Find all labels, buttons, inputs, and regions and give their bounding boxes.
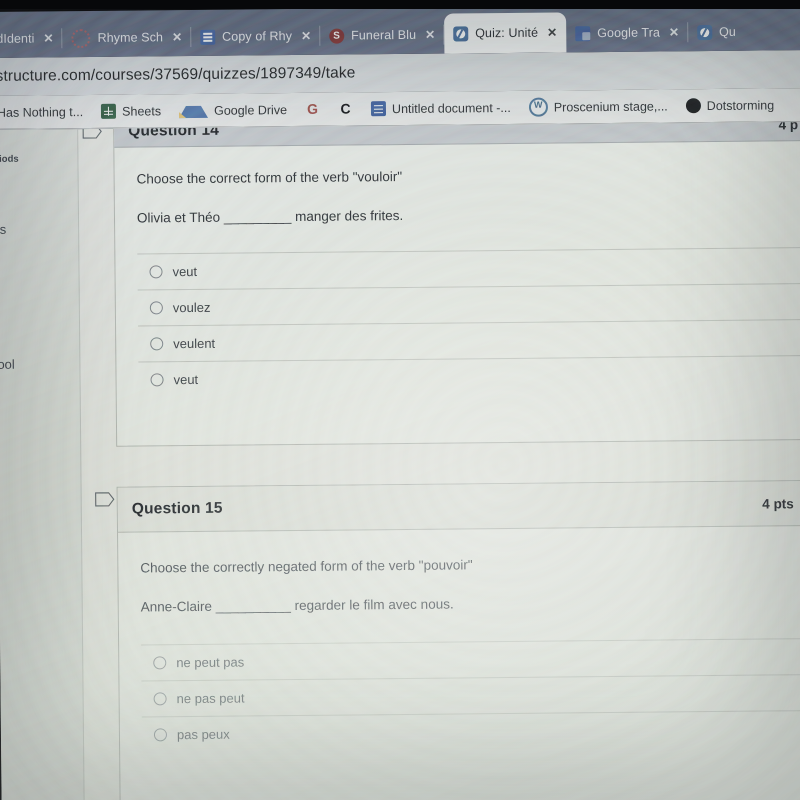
quiz-page: riods ts ool Question 14 4 p Choose the … [0, 122, 800, 800]
bookmark-coursera[interactable]: C [329, 100, 362, 117]
ring-icon [71, 28, 91, 48]
google-drive-icon [179, 105, 209, 118]
tab-close-icon[interactable]: ✕ [423, 28, 437, 42]
bookmark-label: Sheets [122, 103, 162, 119]
canvas-icon [697, 24, 713, 40]
browser-tab-title: Quiz: Unité [475, 25, 539, 41]
bookmark-dotstorming[interactable]: Dotstorming [677, 97, 784, 114]
question-14-box: Question 14 4 p Choose the correct form … [113, 122, 800, 447]
browser-tab-3[interactable]: S Funeral Blu ✕ [320, 16, 445, 55]
coursera-c-icon: C [340, 100, 351, 117]
bookmark-label: Untitled document -... [391, 100, 511, 116]
screen-photo: dIdenti ✕ Rhyme Sch ✕ Copy of Rhy ✕ S Fu… [0, 0, 800, 800]
google-g-icon: G [306, 100, 319, 117]
tab-close-icon[interactable]: ✕ [545, 25, 559, 39]
radio-button-icon[interactable] [149, 265, 163, 279]
wordpress-icon: W [528, 97, 548, 117]
browser-tab-title: Copy of Rhy [222, 29, 293, 44]
question-14-points: 4 p [778, 122, 799, 133]
sidebar-fragment-0[interactable]: riods [0, 154, 19, 165]
question-14-answers: veut voulez veulent veut [137, 247, 800, 398]
answer-label: veut [173, 372, 199, 388]
course-sidebar: riods ts ool [0, 129, 85, 800]
google-docs-icon [200, 29, 216, 45]
question-15-prompt-1: Choose the correctly negated form of the… [140, 557, 473, 576]
answer-label: veulent [173, 335, 216, 352]
question-14-prompt-2: Olivia et Théo _________ manger des frit… [136, 207, 404, 226]
browser-tab-quiz-unite[interactable]: Quiz: Unité ✕ [443, 12, 567, 54]
question-15-box: Question 15 4 pts Choose the correctly n… [116, 480, 800, 800]
flag-question-icon[interactable] [95, 492, 115, 507]
browser-tab-title: Rhyme Sch [97, 30, 164, 45]
radio-button-icon[interactable] [150, 373, 164, 387]
monitor-bezel [0, 0, 800, 9]
radio-button-icon[interactable] [153, 728, 168, 742]
radio-button-icon[interactable] [149, 301, 163, 315]
browser-tab-title: Funeral Blu [351, 27, 417, 43]
question-14-body: Choose the correct form of the verb "vou… [114, 141, 800, 398]
question-14-prompt-1: Choose the correct form of the verb "vou… [136, 168, 403, 187]
question-15-header: Question 15 4 pts [117, 481, 800, 533]
google-sheets-icon [101, 103, 117, 119]
bookmark-google[interactable]: G [296, 100, 329, 117]
scribd-icon: S [329, 28, 345, 44]
bookmark-has-nothing[interactable]: Has Nothing t... [0, 104, 92, 120]
browser-tab-title: Qu [719, 24, 737, 39]
radio-button-icon[interactable] [150, 337, 164, 351]
answer-label: ne peut pas [176, 654, 245, 671]
bookmark-untitled-document[interactable]: Untitled document -... [362, 100, 520, 117]
question-15-answers: ne peut pas ne pas peut pas peux [141, 638, 800, 753]
radio-button-icon[interactable] [153, 692, 167, 706]
browser-tab-title: dIdenti [0, 31, 35, 46]
tab-close-icon[interactable]: ✕ [41, 31, 55, 45]
answer-label: pas peux [176, 726, 230, 743]
bookmark-label: Google Drive [213, 102, 288, 118]
bookmark-proscenium-stage[interactable]: W Proscenium stage,... [520, 96, 677, 117]
question-15-body: Choose the correctly negated form of the… [118, 526, 800, 753]
bookmark-google-drive[interactable]: Google Drive [170, 103, 296, 118]
answer-label: ne pas peut [176, 690, 245, 707]
tab-close-icon[interactable]: ✕ [667, 25, 681, 39]
answer-label: veut [172, 264, 198, 280]
browser-tab-5[interactable]: Google Tra ✕ [566, 13, 689, 52]
question-15-prompt-2: Anne-Claire __________ regarder le film … [140, 596, 454, 615]
canvas-icon [453, 25, 469, 41]
browser-tab-0[interactable]: dIdenti ✕ [0, 19, 63, 58]
browser-window: dIdenti ✕ Rhyme Sch ✕ Copy of Rhy ✕ S Fu… [0, 4, 800, 800]
question-15-title: Question 15 [131, 499, 223, 518]
dotstorming-icon [685, 98, 701, 114]
bookmark-label: Dotstorming [706, 97, 775, 113]
radio-button-icon[interactable] [153, 656, 167, 670]
browser-tab-2[interactable]: Copy of Rhy ✕ [191, 17, 321, 56]
google-docs-icon [370, 101, 387, 117]
browser-tab-strip: dIdenti ✕ Rhyme Sch ✕ Copy of Rhy ✕ S Fu… [0, 4, 800, 58]
bookmark-label: Proscenium stage,... [553, 98, 668, 115]
sidebar-fragment-2[interactable]: ool [0, 357, 15, 372]
tab-close-icon[interactable]: ✕ [299, 29, 313, 43]
tab-close-icon[interactable]: ✕ [170, 30, 184, 44]
quiz-content: Question 14 4 p Choose the correct form … [77, 122, 800, 800]
sidebar-fragment-1[interactable]: ts [0, 222, 6, 237]
browser-tab-6[interactable]: Qu [688, 13, 743, 52]
answer-label: voulez [172, 299, 211, 316]
url-text: structure.com/courses/37569/quizzes/1897… [0, 64, 356, 85]
browser-tab-title: Google Tra [597, 25, 661, 41]
browser-tab-1[interactable]: Rhyme Sch ✕ [62, 18, 192, 57]
question-15-points: 4 pts [762, 495, 794, 512]
google-translate-icon [575, 25, 591, 41]
bookmark-label: Has Nothing t... [0, 104, 84, 120]
answer-option[interactable]: veut [138, 355, 800, 398]
bookmark-sheets[interactable]: Sheets [92, 103, 170, 119]
answer-option[interactable]: pas peux [141, 710, 800, 753]
